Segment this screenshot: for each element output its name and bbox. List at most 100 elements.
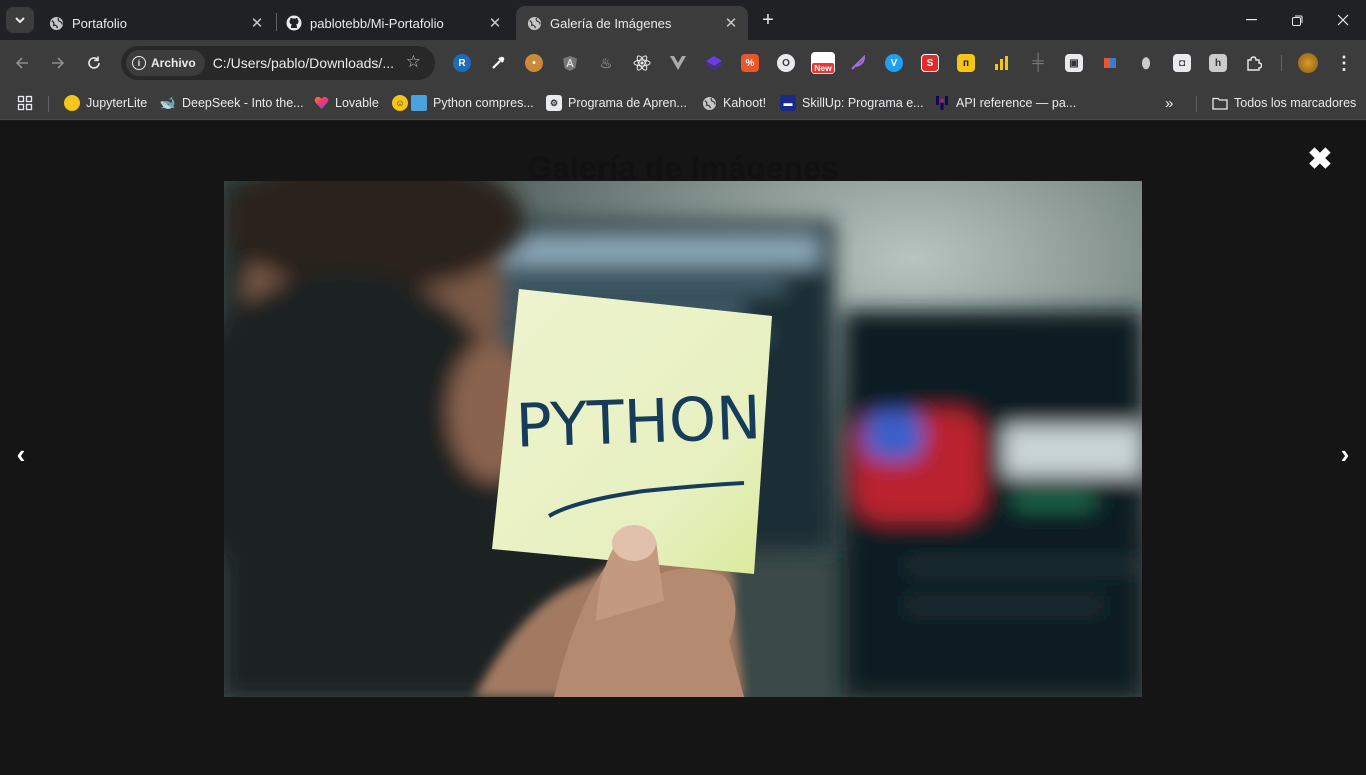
lightbox-prev-button[interactable]: ‹ — [6, 439, 36, 469]
circle-o-icon[interactable]: O — [777, 54, 795, 72]
tab-galeria[interactable]: Galería de Imágenes ✕ — [516, 6, 748, 40]
arrow-left-icon — [15, 57, 28, 69]
layers-icon[interactable] — [705, 54, 723, 72]
bookmark-label: Programa de Apren... — [568, 96, 687, 110]
bookmark-label: Python compres... — [433, 96, 534, 110]
split-icon[interactable]: ╪ — [1029, 54, 1047, 72]
feather-icon[interactable] — [849, 54, 867, 72]
bookmark-label: SkillUp: Programa e... — [802, 96, 924, 110]
deepseek-icon: 🐋 — [159, 95, 177, 110]
python-emoji-icon: ☺ — [392, 95, 408, 111]
chevron-down-icon — [15, 16, 25, 23]
bookmarks-bar: ⚡ JupyterLite 🐋 DeepSeek - Into the... L… — [0, 86, 1366, 120]
site-info-chip[interactable]: i Archivo — [126, 50, 205, 76]
tab-title: Portafolio — [72, 15, 127, 31]
apps-button[interactable] — [17, 92, 33, 114]
bookmark-python-compres[interactable]: ☺ Python compres... — [392, 92, 534, 114]
close-icon — [1337, 14, 1349, 26]
new-badge-icon[interactable]: New — [811, 52, 835, 74]
bookmarks-divider — [48, 96, 49, 112]
browser-toolbar: i Archivo C:/Users/pablo/Downloads/... ☆… — [0, 40, 1366, 86]
close-tab-icon[interactable]: ✕ — [722, 14, 740, 32]
tab-strip: Portafolio ✕ pablotebb/Mi-Portafolio ✕ G… — [0, 0, 1366, 40]
tab-github[interactable]: pablotebb/Mi-Portafolio ✕ — [276, 6, 512, 40]
bookmark-label: DeepSeek - Into the... — [182, 96, 304, 110]
extension-r-icon[interactable]: R — [453, 54, 471, 72]
all-bookmarks-label: Todos los marcadores — [1234, 96, 1357, 110]
lightbox-next-button[interactable]: › — [1330, 439, 1360, 469]
address-bar[interactable]: i Archivo C:/Users/pablo/Downloads/... ☆ — [121, 46, 435, 80]
shield-icon[interactable] — [561, 54, 579, 72]
tab-title: pablotebb/Mi-Portafolio — [310, 15, 444, 31]
lightbox-image: PYTHON — [224, 181, 1142, 697]
bookmark-label: Lovable — [335, 96, 379, 110]
more-bookmarks-button[interactable]: » — [1165, 92, 1173, 114]
bookmark-jupyterlite[interactable]: ⚡ JupyterLite — [64, 92, 147, 114]
bookmark-label: Kahoot! — [723, 96, 767, 110]
bookmark-star-icon[interactable]: ☆ — [406, 52, 421, 72]
eyedropper-icon[interactable] — [489, 54, 507, 72]
restore-icon — [1291, 15, 1302, 26]
bookmark-lovable[interactable]: Lovable — [313, 92, 379, 114]
bookmark-api-reference[interactable]: API reference — pa... — [934, 92, 1076, 114]
bookmark-label: API reference — pa... — [956, 96, 1077, 110]
lightbox-close-button[interactable]: ✖ — [1306, 145, 1334, 175]
toolbar-divider — [1281, 55, 1282, 71]
globe-icon — [701, 95, 717, 111]
laptop-icon — [411, 95, 427, 111]
folder-icon — [1212, 95, 1228, 111]
restore-button[interactable] — [1274, 0, 1320, 40]
puzzle-icon[interactable] — [1245, 54, 1263, 72]
program-icon: ⚙ — [546, 95, 562, 111]
more-menu-icon[interactable]: ⋮ — [1335, 53, 1353, 73]
apps-grid-icon — [17, 95, 33, 111]
page-content: Galería de Imágenes PYTHON ✖ ‹ › — [0, 121, 1366, 775]
close-tab-icon[interactable]: ✕ — [486, 14, 504, 32]
reload-icon — [88, 56, 100, 69]
bookmarks-divider — [1196, 96, 1197, 112]
bookmark-deepseek[interactable]: 🐋 DeepSeek - Into the... — [160, 92, 304, 114]
box-icon[interactable]: ▣ — [1065, 54, 1083, 72]
ruler-icon[interactable]: п — [957, 54, 975, 72]
s-icon[interactable]: S — [921, 54, 939, 72]
bar-chart-icon[interactable] — [993, 54, 1011, 72]
bookmark-kahoot[interactable]: Kahoot! — [701, 92, 766, 114]
theme-icon[interactable] — [1101, 54, 1119, 72]
jupyter-icon: ⚡ — [64, 95, 80, 111]
cookie-icon[interactable]: • — [525, 54, 543, 72]
tab-search-button[interactable] — [6, 7, 34, 33]
minimize-button[interactable] — [1228, 0, 1274, 40]
site-info-label: Archivo — [151, 56, 196, 70]
vivid-icon[interactable]: V — [885, 54, 903, 72]
new-tab-button[interactable]: + — [756, 8, 780, 32]
avatar[interactable] — [1298, 53, 1318, 73]
bookmark-programa-aprendizaje[interactable]: ⚙ Programa de Apren... — [546, 92, 687, 114]
screenshot-icon[interactable]: ◘ — [1173, 54, 1191, 72]
minimize-icon — [1245, 19, 1257, 21]
all-bookmarks-button[interactable]: Todos los marcadores — [1212, 92, 1356, 114]
percent-icon[interactable]: % — [741, 54, 759, 72]
close-window-button[interactable] — [1320, 0, 1366, 40]
arrow-right-icon — [52, 57, 65, 69]
pandas-icon — [934, 95, 950, 111]
java-icon[interactable]: ♨ — [597, 54, 615, 72]
back-button[interactable] — [8, 49, 36, 77]
tab-title: Galería de Imágenes — [550, 15, 672, 31]
h-icon[interactable]: h — [1209, 54, 1227, 72]
globe-icon — [48, 15, 64, 31]
skillup-icon: ▬ — [780, 95, 796, 111]
python-handwriting: PYTHON — [515, 383, 763, 462]
forward-button[interactable] — [44, 49, 72, 77]
globe-icon — [526, 15, 542, 31]
heart-icon — [313, 95, 329, 111]
info-icon: i — [132, 56, 146, 70]
url-text[interactable]: C:/Users/pablo/Downloads/... — [213, 55, 394, 71]
vue-icon[interactable] — [669, 54, 687, 72]
react-icon[interactable] — [633, 54, 651, 72]
github-icon — [286, 15, 302, 31]
mouse-icon[interactable]: ⬮ — [1137, 54, 1155, 72]
tab-portafolio[interactable]: Portafolio ✕ — [38, 6, 274, 40]
reload-button[interactable] — [80, 49, 108, 77]
close-tab-icon[interactable]: ✕ — [248, 14, 266, 32]
bookmark-skillup[interactable]: ▬ SkillUp: Programa e... — [780, 92, 924, 114]
